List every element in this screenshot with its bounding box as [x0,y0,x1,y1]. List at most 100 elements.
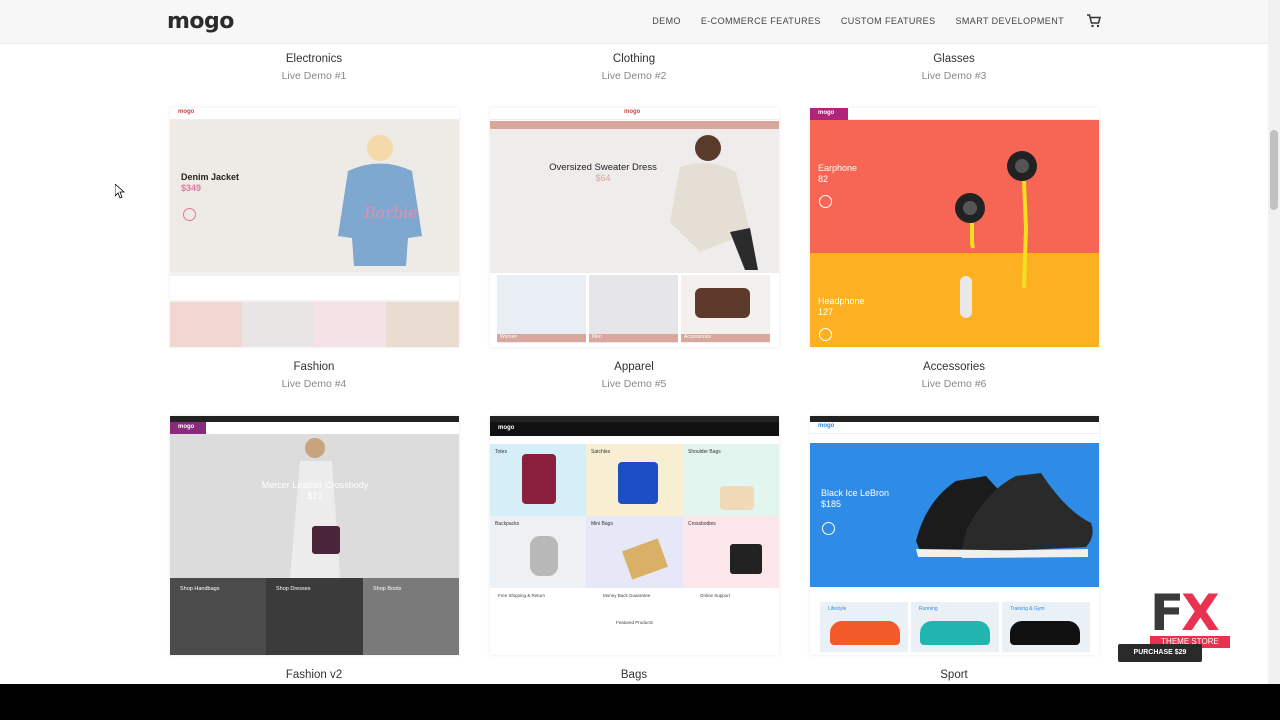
scrollbar-thumb[interactable] [1270,130,1278,210]
demo-caption-bags: Bags [489,669,779,681]
lifestyle-shoe-image [830,621,900,645]
tile-shop-boots[interactable]: Shop Boots [363,578,459,655]
fx-theme-store-badge[interactable]: FX THEME STORE [1150,588,1230,650]
hero2-title: Headphone [818,296,865,306]
fx-logo: FX [1150,588,1220,638]
feature-free-shipping: Free Shipping & Return [498,593,546,598]
demo-subtitle[interactable]: Live Demo #6 [809,378,1099,390]
denim-jacket-image: Barbie [338,135,422,266]
demo-caption-apparel: Apparel Live Demo #5 [489,361,779,390]
preview-logo: mogo [178,109,195,115]
training-shoe-image [1010,621,1080,645]
demo-subtitle[interactable]: Live Demo #3 [809,70,1099,82]
preview-logo: mogo [624,109,641,115]
demo-subtitle[interactable]: Live Demo #1 [169,70,459,82]
site-logo[interactable]: mogo [167,9,234,34]
backpack-image [530,536,558,576]
demo-title[interactable]: Electronics [169,53,459,65]
preview-menu-bar [490,121,779,129]
preview-nav: mogo [490,108,779,120]
demo-caption-fashion-v2: Fashion v2 [169,669,459,681]
feature-money-back: Money Back Guarantee [603,593,651,598]
earphones-image [955,151,1037,318]
demo-caption-accessories: Accessories Live Demo #6 [809,361,1099,390]
nav-demo[interactable]: DEMO [652,16,681,26]
preview-logo: mogo [498,425,515,431]
demo-title[interactable]: Sport [809,669,1099,681]
purchase-button[interactable]: PURCHASE $29 [1118,644,1202,662]
product-tile [170,302,242,347]
tile-shop-handbags[interactable]: Shop Handbags [170,578,266,655]
sweater-model-image [670,135,758,270]
demo-preview-sport[interactable]: mogo Black Ice LeBron $185 Lifestyle Run… [810,416,1099,655]
nav-smart-development[interactable]: SMART DEVELOPMENT [956,16,1065,26]
nav-custom-features[interactable]: CUSTOM FEATURES [841,16,936,26]
demo-caption-glasses: Glasses Live Demo #3 [809,53,1099,82]
demo-preview-bags[interactable]: mogo Totes Satchles Shoulder Bags Backpa… [490,416,779,655]
demo-subtitle[interactable]: Live Demo #2 [489,70,779,82]
duffel-bag-image [695,288,750,318]
hero-text-2: Headphone 127 [818,296,865,318]
hero-title: Mercer Leather Crossbody [261,480,369,490]
tile-shop-dresses[interactable]: Shop Dresses [266,578,363,655]
hero-text: Oversized Sweater Dress $64 [548,162,658,184]
demo-title[interactable]: Clothing [489,53,779,65]
demo-caption-sport: Sport [809,669,1099,681]
preview-nav: mogo [810,422,1099,434]
running-shoe-image [920,621,990,645]
preview-logo: mogo [170,422,206,434]
preview-nav: mogo [170,422,459,434]
preview-logo: mogo [810,108,848,120]
demo-title[interactable]: Glasses [809,53,1099,65]
demo-caption-electronics: Electronics Live Demo #1 [169,53,459,82]
hero-text: Black Ice LeBron $185 [821,488,889,510]
hero-title: Denim Jacket [181,172,240,182]
demo-preview-accessories[interactable]: mogo Earphone 82 Headphone 127 [810,108,1099,347]
demo-preview-fashion-v2[interactable]: mogo Mercer Leather Crossbody $73 Shop H… [170,416,459,655]
mouse-cursor-icon [115,184,125,199]
hero-price: $349 [181,183,202,193]
hero-price: $185 [821,499,842,509]
tile-label: Men [589,334,678,342]
tote-bag-image [522,454,556,504]
shop-now-circle[interactable] [822,522,835,535]
shop-now-circle[interactable] [819,195,832,208]
shop-now-circle[interactable] [183,208,196,221]
category-tile-women[interactable] [497,275,586,343]
demo-preview-fashion[interactable]: mogo Barbie Denim Jacket $349 [170,108,459,347]
svg-text:Barbie: Barbie [363,203,418,222]
tile-label: Women [497,334,586,342]
demo-title[interactable]: Fashion [169,361,459,373]
cart-icon[interactable] [1086,13,1102,29]
demo-subtitle[interactable]: Live Demo #5 [489,378,779,390]
product-tile [314,302,386,347]
preview-nav: mogo [170,108,459,120]
sneakers-image [916,473,1093,558]
demo-title[interactable]: Fashion v2 [169,669,459,681]
nav-ecommerce-features[interactable]: E-COMMERCE FEATURES [701,16,821,26]
featured-products-heading: Featured Products [615,620,654,625]
product-tile [242,302,314,347]
hero-price: 82 [818,174,829,184]
demo-title[interactable]: Accessories [809,361,1099,373]
purchase-label: PURCHASE $29 [1133,649,1187,656]
brand-logos-strip [170,276,459,300]
demo-caption-clothing: Clothing Live Demo #2 [489,53,779,82]
hero-text: Earphone 82 [818,163,857,185]
tile-label: Accessories [681,334,770,342]
hero-title: Oversized Sweater Dress [549,162,657,173]
shop-now-circle[interactable] [819,328,832,341]
demo-title[interactable]: Apparel [489,361,779,373]
product-tile [386,302,459,347]
hero2-price: 127 [818,307,834,317]
preview-nav: mogo [490,422,779,436]
bottom-black-bar [0,684,1280,720]
category-tile-men[interactable] [589,275,678,343]
hero-title: Earphone [818,163,858,173]
top-navigation-bar: mogo DEMO E-COMMERCE FEATURES CUSTOM FEA… [0,0,1268,44]
demo-preview-apparel[interactable]: mogo Oversized Sweater Dress $64 Women M… [490,108,779,347]
demo-title[interactable]: Bags [489,669,779,681]
demo-subtitle[interactable]: Live Demo #4 [169,378,459,390]
vertical-scrollbar[interactable] [1268,0,1280,684]
preview-nav: mogo [810,108,1099,120]
